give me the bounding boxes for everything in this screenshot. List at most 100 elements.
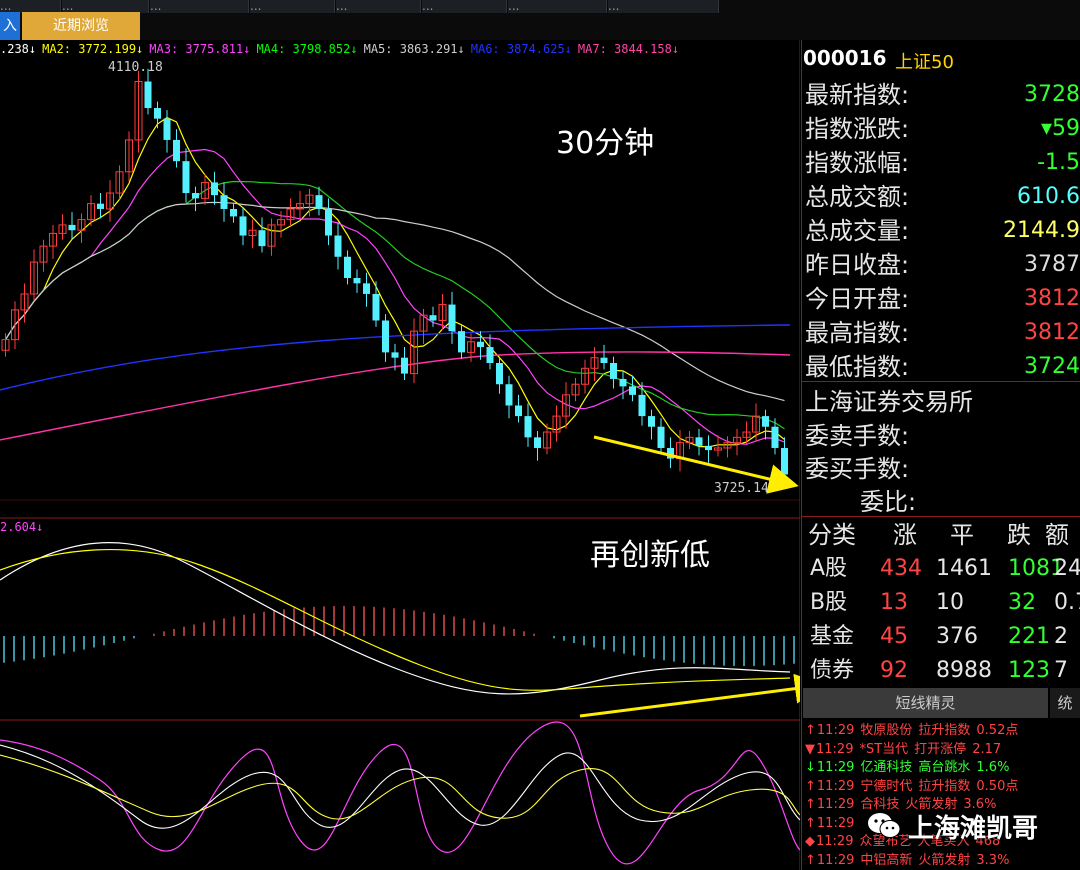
candle-body xyxy=(771,426,779,448)
short-line-value: 0.52点 xyxy=(976,723,1019,738)
candle-body xyxy=(401,357,408,374)
candle-body xyxy=(781,447,788,475)
candle-body xyxy=(534,437,541,448)
candle-body xyxy=(382,320,389,353)
candle-body xyxy=(211,182,218,196)
short-line-time: 11:29 xyxy=(816,815,855,831)
stats-cell-cat: B股 xyxy=(810,590,848,615)
up-arrow xyxy=(579,673,800,718)
short-line-time: 11:29 xyxy=(816,760,855,775)
short-line-arrow: ↑ xyxy=(805,815,816,831)
short-line-time: 11:29 xyxy=(816,834,854,849)
order-label: 委比: xyxy=(860,488,917,516)
short-line-arrow: ↑ xyxy=(805,723,816,738)
short-line-tab[interactable]: 短线精灵 xyxy=(803,688,1048,718)
short-line-item[interactable]: ▼11:29 *ST当代 打开涨停 2.17 xyxy=(805,741,1007,758)
stats-cell-up: 434 xyxy=(880,556,922,581)
candle-body xyxy=(325,208,332,236)
stats-cell-amt: 2 xyxy=(1054,624,1068,649)
quote-label: 昨日收盘: xyxy=(805,251,910,279)
stats-cell-flat: 1461 xyxy=(936,556,992,581)
candle-body xyxy=(429,315,437,321)
ma-line xyxy=(4,180,785,430)
macd-label: 2.604↓ xyxy=(0,520,44,534)
quote-value: 3812 xyxy=(1024,286,1080,311)
short-line-time: 11:29 xyxy=(816,723,855,738)
short-line-value: 1.6% xyxy=(976,760,1010,775)
short-line-value: 0.50点 xyxy=(976,778,1019,794)
short-line-event: 拉升指数 xyxy=(918,723,971,738)
candle-body xyxy=(315,195,323,209)
kdj-k xyxy=(0,744,800,829)
short-line-time: 11:29 xyxy=(816,778,855,794)
index-name: 上证50 xyxy=(895,52,954,73)
stats-cell-up: 13 xyxy=(880,590,908,615)
stats-cell-down: 32 xyxy=(1008,590,1036,615)
stats-header: 分类 xyxy=(808,521,856,549)
stats-cell-amt: 7 xyxy=(1054,658,1068,683)
candle-body xyxy=(363,283,370,294)
candle-body xyxy=(657,426,665,448)
candle-body xyxy=(353,278,361,284)
candle-body xyxy=(486,347,494,363)
short-line-value: 3.3% xyxy=(976,852,1010,868)
candle-body xyxy=(515,405,522,417)
quote-value: 3724 xyxy=(1024,354,1080,379)
candle-body xyxy=(477,341,484,348)
quote-value: 3812 xyxy=(1024,320,1080,345)
candle-body xyxy=(258,230,266,247)
quote-row: 最高指数: 3812 xyxy=(805,316,1080,350)
short-line-event: 拉升指数 xyxy=(918,778,971,794)
short-line-stock-name: 中铝高新 xyxy=(860,852,913,868)
candle-body xyxy=(372,293,380,321)
stats-cell-amt: 24 xyxy=(1054,556,1080,581)
quote-value: 2144.9 xyxy=(1003,218,1080,243)
quote-row: 最低指数: 3724 xyxy=(805,350,1080,384)
short-line-arrow: ↑ xyxy=(805,852,816,868)
candle-body xyxy=(163,118,171,140)
short-line-stock-name: 亿通科技 xyxy=(860,760,913,775)
index-code: 000016 xyxy=(803,46,887,70)
candle-body xyxy=(629,386,636,395)
short-line-item[interactable]: ↑11:29 宁德时代 拉升指数 0.50点 xyxy=(805,778,1024,795)
short-line-event: 高台跳水 xyxy=(918,760,971,775)
stats-cell-down: 123 xyxy=(1008,658,1050,683)
candle-body xyxy=(648,416,655,427)
new-low-annotation: 再创新低 xyxy=(590,538,710,573)
candle-body xyxy=(695,437,703,446)
quote-row: 指数涨跌: ▾59 xyxy=(805,112,1080,146)
quote-row: 指数涨幅: -1.5 xyxy=(805,146,1080,180)
candle-body xyxy=(144,81,152,109)
candle-body xyxy=(334,235,342,257)
quote-row: 总成交额: 610.6 xyxy=(805,180,1080,214)
short-line-item[interactable]: ↑11:29 中铝高新 火箭发射 3.3% xyxy=(805,852,1015,869)
candle-body xyxy=(173,139,180,162)
short-line-item[interactable]: ↑11:29 牧原股份 拉升指数 0.52点 xyxy=(805,722,1024,739)
stats-cell-cat: A股 xyxy=(810,556,848,581)
quote-row: 总成交量: 2144.9 xyxy=(805,214,1080,248)
candle-body xyxy=(154,108,161,119)
quote-label: 最高指数: xyxy=(805,319,910,347)
stats-cell-flat: 8988 xyxy=(936,658,992,683)
stats-cell-flat: 376 xyxy=(936,624,978,649)
quote-row: 今日开盘: 3812 xyxy=(805,282,1080,316)
quote-value: ▾59 xyxy=(1040,116,1080,141)
stats-cell-up: 45 xyxy=(880,624,908,649)
stats-tab[interactable]: 统 xyxy=(1050,688,1080,718)
quote-label: 总成交额: xyxy=(805,183,910,211)
stats-cell-cat: 债券 xyxy=(810,658,855,683)
kline-chart[interactable] xyxy=(0,0,800,870)
short-line-time: 11:29 xyxy=(816,852,855,868)
candle-body xyxy=(458,331,465,353)
watermark-text: 上海滩凯哥 xyxy=(908,814,1039,844)
short-line-event: 打开涨停 xyxy=(914,741,967,757)
candle-body xyxy=(220,195,228,209)
quote-label: 指数涨幅: xyxy=(805,149,910,177)
stats-cell-flat: 10 xyxy=(936,590,964,615)
candle-body xyxy=(391,352,399,358)
quote-row: 昨日收盘: 3787 xyxy=(805,248,1080,282)
short-line-stock-name: *ST当代 xyxy=(859,741,909,757)
candle-body xyxy=(705,445,712,451)
stats-header: 跌 xyxy=(1007,521,1031,549)
short-line-item[interactable]: ↓11:29 亿通科技 高台跳水 1.6% xyxy=(805,759,1015,776)
